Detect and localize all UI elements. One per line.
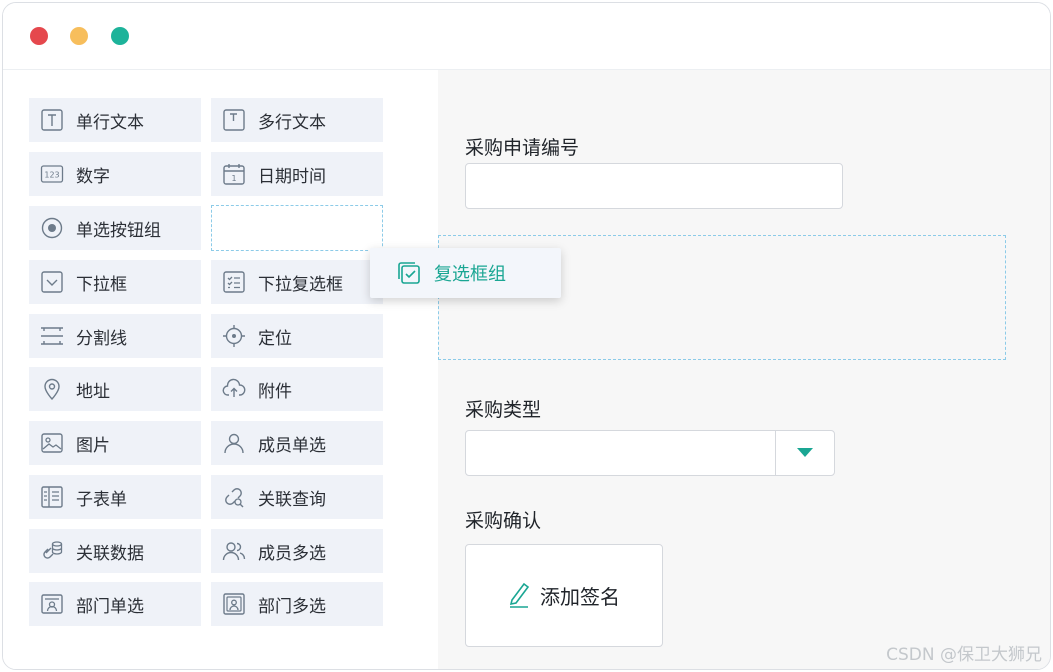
palette-item-radio-group[interactable]: 单选按钮组 bbox=[29, 206, 201, 250]
palette-item-label: 部门单选 bbox=[76, 596, 144, 617]
palette-item-label: 成员多选 bbox=[258, 543, 326, 564]
departments-icon bbox=[222, 592, 246, 616]
palette-item-location[interactable]: 定位 bbox=[211, 314, 383, 358]
divider-icon bbox=[40, 324, 64, 348]
palette-item-department-multi[interactable]: 部门多选 bbox=[211, 582, 383, 626]
palette-item-single-line-text[interactable]: 单行文本 bbox=[29, 98, 201, 142]
palette-item-label: 下拉框 bbox=[76, 274, 127, 295]
palette-item-label: 多行文本 bbox=[258, 112, 326, 133]
palette-item-label: 单选按钮组 bbox=[76, 220, 161, 241]
department-icon bbox=[40, 592, 64, 616]
image-icon bbox=[40, 431, 64, 455]
palette-item-number[interactable]: 123 数字 bbox=[29, 152, 201, 196]
svg-text:123: 123 bbox=[44, 171, 59, 180]
palette-item-label: 关联查询 bbox=[258, 489, 326, 510]
select-dropdown-button[interactable] bbox=[775, 431, 834, 475]
app-window: 单行文本 多行文本 123 数字 1 日期时间 单选按钮组 下拉框 下拉复选框 … bbox=[2, 2, 1051, 670]
palette-item-label: 附件 bbox=[258, 381, 292, 402]
field-label-purchase-confirm: 采购确认 bbox=[465, 510, 542, 532]
cloud-upload-icon bbox=[222, 377, 246, 401]
palette-item-label: 分割线 bbox=[76, 328, 127, 349]
checklist-icon bbox=[222, 270, 246, 294]
locate-icon bbox=[222, 324, 246, 348]
palette-item-label: 成员单选 bbox=[258, 435, 326, 456]
palette-item-label: 部门多选 bbox=[258, 596, 326, 617]
caret-down-icon bbox=[795, 444, 815, 463]
palette-item-member-multi[interactable]: 成员多选 bbox=[211, 529, 383, 573]
dropdown-icon bbox=[40, 270, 64, 294]
pen-icon bbox=[508, 580, 532, 612]
component-palette: 单行文本 多行文本 123 数字 1 日期时间 单选按钮组 下拉框 下拉复选框 … bbox=[3, 70, 438, 669]
minimize-window-button[interactable] bbox=[70, 27, 88, 45]
palette-item-link-data[interactable]: 关联数据 bbox=[29, 529, 201, 573]
maximize-window-button[interactable] bbox=[111, 27, 129, 45]
purchase-type-select[interactable] bbox=[465, 430, 835, 476]
palette-item-label: 下拉复选框 bbox=[258, 274, 343, 295]
svg-text:1: 1 bbox=[231, 174, 236, 183]
palette-slot-placeholder bbox=[211, 205, 383, 251]
multi-line-text-icon bbox=[222, 108, 246, 132]
palette-item-dropdown-multi[interactable]: 下拉复选框 bbox=[211, 260, 383, 304]
users-icon bbox=[222, 539, 246, 563]
palette-item-divider[interactable]: 分割线 bbox=[29, 314, 201, 358]
dragging-checkbox-group[interactable]: 复选框组 bbox=[370, 248, 561, 298]
calendar-icon: 1 bbox=[222, 162, 246, 186]
number-icon: 123 bbox=[40, 162, 64, 186]
palette-item-image[interactable]: 图片 bbox=[29, 421, 201, 465]
palette-item-label: 子表单 bbox=[76, 489, 127, 510]
palette-item-member-single[interactable]: 成员单选 bbox=[211, 421, 383, 465]
palette-item-address[interactable]: 地址 bbox=[29, 367, 201, 411]
palette-item-label: 单行文本 bbox=[76, 112, 144, 133]
palette-item-label: 数字 bbox=[76, 166, 110, 187]
link-data-icon bbox=[40, 539, 64, 563]
subform-icon bbox=[40, 485, 64, 509]
radio-icon bbox=[40, 216, 64, 240]
palette-item-label: 图片 bbox=[76, 435, 110, 456]
link-query-icon bbox=[222, 485, 246, 509]
palette-item-label: 关联数据 bbox=[76, 543, 144, 564]
palette-item-label: 地址 bbox=[76, 381, 110, 402]
add-signature-button[interactable]: 添加签名 bbox=[465, 544, 663, 647]
palette-item-datetime[interactable]: 1 日期时间 bbox=[211, 152, 383, 196]
add-signature-label: 添加签名 bbox=[540, 585, 620, 609]
palette-item-department-single[interactable]: 部门单选 bbox=[29, 582, 201, 626]
palette-item-label: 日期时间 bbox=[258, 166, 326, 187]
palette-item-dropdown[interactable]: 下拉框 bbox=[29, 260, 201, 304]
single-line-text-icon bbox=[40, 108, 64, 132]
close-window-button[interactable] bbox=[30, 27, 48, 45]
field-label-request-number: 采购申请编号 bbox=[465, 137, 580, 159]
request-number-input[interactable] bbox=[465, 163, 843, 209]
watermark: CSDN @保卫大狮兄 bbox=[886, 645, 1042, 665]
palette-item-multi-line-text[interactable]: 多行文本 bbox=[211, 98, 383, 142]
drag-item-label: 复选框组 bbox=[434, 264, 506, 285]
title-bar bbox=[3, 3, 1050, 70]
user-icon bbox=[222, 431, 246, 455]
checkbox-group-icon bbox=[396, 260, 422, 286]
palette-item-label: 定位 bbox=[258, 328, 292, 349]
palette-item-attachment[interactable]: 附件 bbox=[211, 367, 383, 411]
map-pin-icon bbox=[40, 377, 64, 401]
palette-item-subform[interactable]: 子表单 bbox=[29, 475, 201, 519]
palette-item-link-query[interactable]: 关联查询 bbox=[211, 475, 383, 519]
field-label-purchase-type: 采购类型 bbox=[465, 399, 542, 421]
